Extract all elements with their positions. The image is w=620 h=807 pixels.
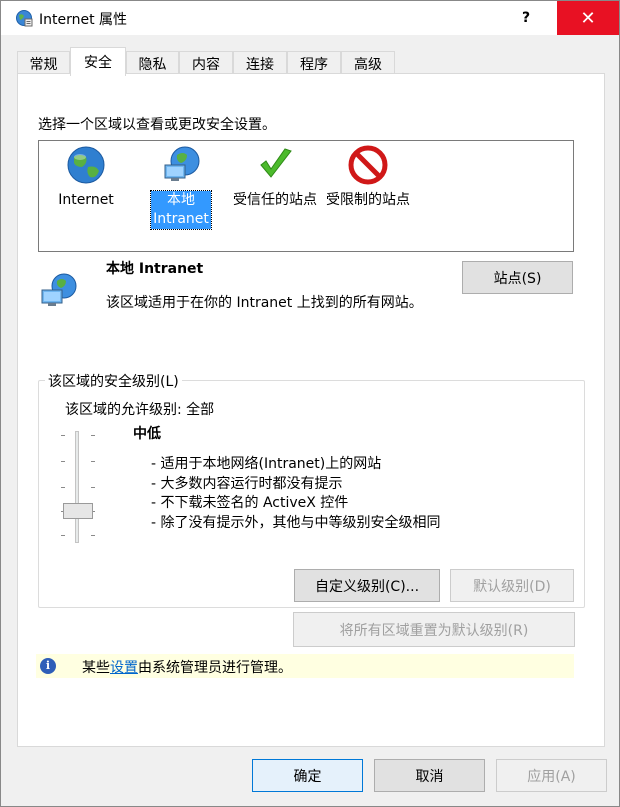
- custom-level-button[interactable]: 自定义级别(C)...: [294, 569, 440, 602]
- zone-label: 受信任的站点: [233, 192, 317, 208]
- slider-thumb[interactable]: [63, 503, 93, 519]
- sites-button[interactable]: 站点(S): [462, 261, 573, 294]
- tab-programs[interactable]: 程序: [287, 51, 341, 75]
- zone-trusted-sites[interactable]: 受信任的站点: [229, 145, 321, 210]
- zone-detail-title: 本地 Intranet: [106, 261, 204, 277]
- level-bullet: - 除了没有提示外，其他与中等级别安全级相同: [151, 515, 441, 531]
- info-icon: i: [40, 658, 56, 674]
- slider-tick: [91, 461, 95, 462]
- internet-properties-dialog: Internet 属性 ? ✕ 常规 安全 隐私 内容 连接 程序 高级 选择一…: [0, 0, 620, 807]
- group-title: 该区域的安全级别(L): [45, 371, 182, 391]
- zone-label: 受限制的站点: [326, 192, 410, 208]
- security-tab-panel: 选择一个区域以查看或更改安全设置。 Internet 本地 Intranet 受…: [17, 73, 605, 747]
- window-title: Internet 属性: [39, 12, 128, 28]
- zone-local-intranet[interactable]: 本地 Intranet: [145, 145, 217, 230]
- security-level-name: 中低: [133, 426, 161, 442]
- slider-tick: [61, 487, 65, 488]
- slider-tick: [91, 535, 95, 536]
- close-icon: ✕: [580, 7, 596, 29]
- tab-security[interactable]: 安全: [70, 47, 126, 76]
- zone-instruction: 选择一个区域以查看或更改安全设置。: [38, 117, 276, 133]
- intranet-globe-icon: [145, 145, 217, 191]
- slider-tick: [61, 435, 65, 436]
- zone-list: Internet 本地 Intranet 受信任的站点 受限制的站点: [38, 140, 574, 252]
- internet-options-icon: [15, 9, 33, 31]
- slider-track[interactable]: [75, 431, 79, 543]
- ok-button[interactable]: 确定: [252, 759, 363, 792]
- apply-button[interactable]: 应用(A): [496, 759, 607, 792]
- tab-general[interactable]: 常规: [17, 51, 70, 75]
- zone-label: 本地 Intranet: [150, 190, 212, 230]
- checkmark-icon: [229, 145, 321, 191]
- globe-icon: [51, 145, 121, 191]
- zone-label: Internet: [58, 192, 114, 208]
- tab-advanced[interactable]: 高级: [341, 51, 395, 75]
- level-bullet: - 不下载未签名的 ActiveX 控件: [151, 495, 349, 511]
- reset-all-zones-button[interactable]: 将所有区域重置为默认级别(R): [293, 612, 575, 647]
- default-level-button[interactable]: 默认级别(D): [450, 569, 574, 602]
- zone-detail-description: 该区域适用于在你的 Intranet 上找到的所有网站。: [106, 295, 423, 311]
- title-bar: Internet 属性 ? ✕: [1, 1, 619, 35]
- info-message: 某些设置由系统管理员进行管理。: [82, 660, 292, 676]
- cancel-button[interactable]: 取消: [374, 759, 485, 792]
- intranet-zone-icon: [40, 272, 80, 316]
- tab-connections[interactable]: 连接: [233, 51, 287, 75]
- tab-privacy[interactable]: 隐私: [126, 51, 179, 75]
- info-bar: i 某些设置由系统管理员进行管理。: [36, 654, 574, 678]
- restricted-icon: [321, 145, 415, 191]
- level-bullet: - 大多数内容运行时都没有提示: [151, 476, 343, 492]
- help-button[interactable]: ?: [503, 1, 549, 35]
- slider-tick: [61, 461, 65, 462]
- close-button[interactable]: ✕: [557, 1, 619, 35]
- zone-internet[interactable]: Internet: [51, 145, 121, 210]
- settings-link[interactable]: 设置: [110, 660, 138, 676]
- security-level-group: 该区域的安全级别(L) 该区域的允许级别: 全部 中低 - 适用于本地网络(In…: [38, 371, 585, 608]
- zone-restricted-sites[interactable]: 受限制的站点: [321, 145, 415, 210]
- slider-tick: [61, 535, 65, 536]
- level-bullet: - 适用于本地网络(Intranet)上的网站: [151, 456, 382, 472]
- slider-tick: [91, 487, 95, 488]
- allowed-levels-label: 该区域的允许级别: 全部: [65, 402, 215, 418]
- tab-content[interactable]: 内容: [179, 51, 233, 75]
- slider-tick: [91, 435, 95, 436]
